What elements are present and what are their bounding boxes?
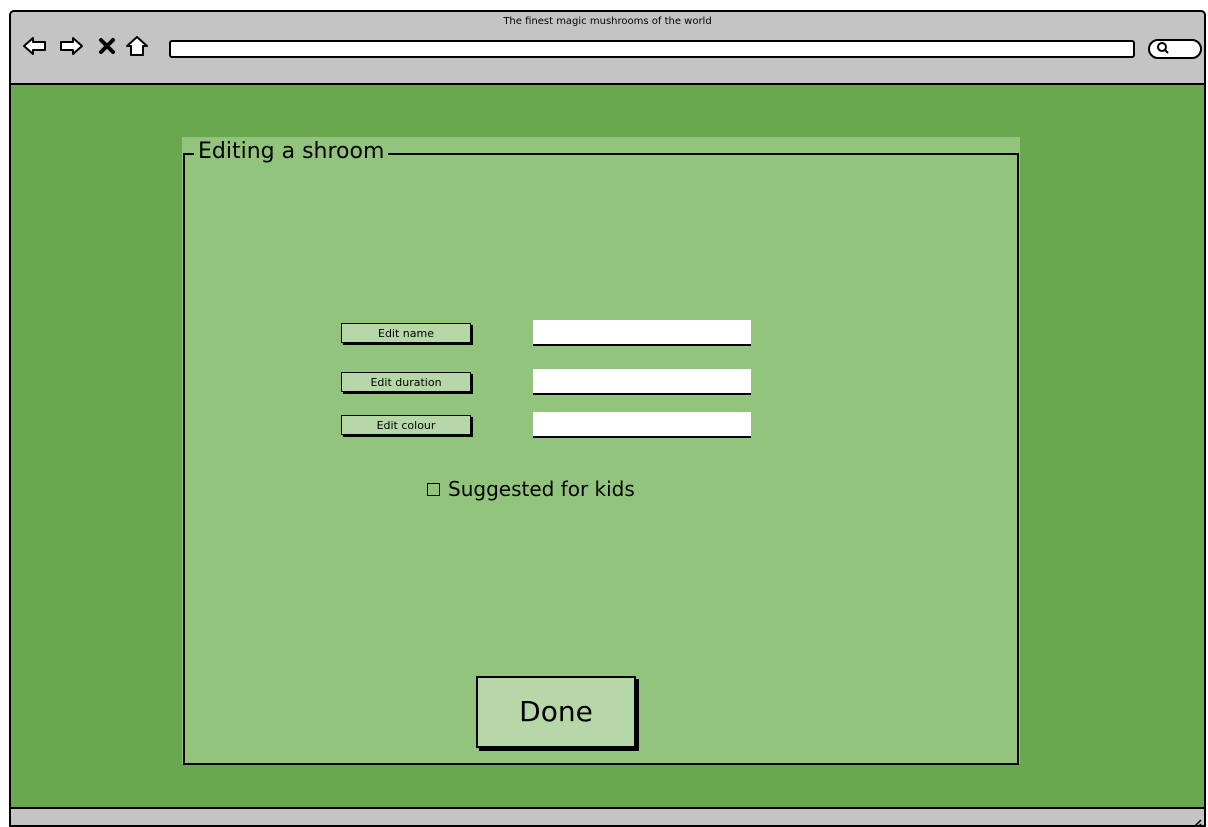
edit-duration-button[interactable]: Edit duration (341, 372, 471, 392)
edit-colour-button[interactable]: Edit colour (341, 415, 471, 435)
window-title: The finest magic mushrooms of the world (503, 16, 712, 27)
panel-legend: Editing a shroom (194, 137, 389, 167)
page-viewport: Editing a shroom Edit name Edit duration… (11, 83, 1204, 809)
status-bar (11, 809, 1204, 825)
resize-grip-icon[interactable] (1192, 813, 1202, 825)
search-button[interactable] (1148, 39, 1202, 59)
duration-input[interactable] (533, 369, 751, 395)
suggested-for-kids-row[interactable]: Suggested for kids (427, 477, 635, 501)
browser-window: The finest magic mushrooms of the world (9, 10, 1206, 827)
name-input[interactable] (533, 320, 751, 346)
home-icon[interactable] (123, 34, 151, 58)
forward-arrow-icon[interactable] (57, 34, 85, 58)
search-icon (1156, 40, 1170, 59)
back-arrow-icon[interactable] (21, 34, 49, 58)
address-bar[interactable] (169, 40, 1135, 58)
colour-input[interactable] (533, 412, 751, 438)
suggested-for-kids-checkbox[interactable] (427, 482, 440, 496)
suggested-for-kids-label: Suggested for kids (448, 477, 635, 501)
done-button[interactable]: Done (476, 676, 636, 748)
close-icon[interactable] (93, 34, 121, 58)
edit-shroom-panel: Editing a shroom Edit name Edit duration… (182, 137, 1020, 765)
panel-border (183, 153, 1019, 765)
edit-name-button[interactable]: Edit name (341, 323, 471, 343)
